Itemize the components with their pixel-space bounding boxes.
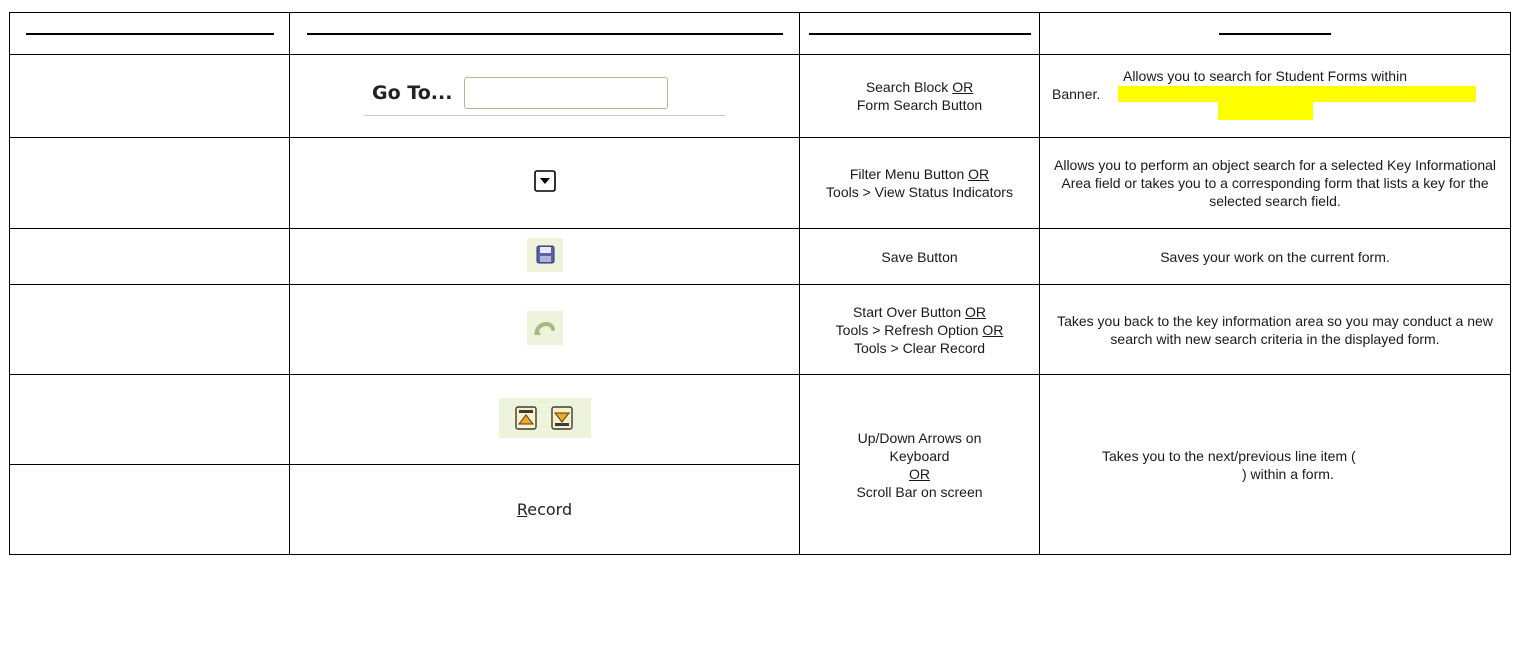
description-cell: Takes you back to the key information ar… xyxy=(1039,284,1511,375)
table-row: Go To... Search Block OR Form Search But… xyxy=(9,54,1511,138)
description-cell: Saves your work on the current form. xyxy=(1039,228,1511,285)
icon-cell: Record xyxy=(289,464,800,555)
action-cell: Filter Menu Button OR Tools > View Statu… xyxy=(799,137,1040,229)
action-text: Scroll Bar on screen xyxy=(856,483,983,500)
or-text: OR xyxy=(909,465,930,482)
record-label[interactable]: Record xyxy=(517,500,572,519)
blank-cell xyxy=(9,137,290,229)
blank-cell xyxy=(9,228,290,285)
description-text: ) within a form. xyxy=(1242,465,1334,482)
icon-cell: Go To... xyxy=(289,54,800,138)
icon-cell xyxy=(289,374,800,465)
table-row: Save Button Saves your work on the curre… xyxy=(9,228,1511,285)
or-text: OR xyxy=(968,166,990,182)
description-text: Allows you to search for Student Forms w… xyxy=(1122,68,1407,84)
description-cell: Allows you to perform an object search f… xyxy=(1039,137,1511,229)
header-cell-1 xyxy=(9,12,290,55)
action-text: Tools > Refresh Option xyxy=(835,321,983,338)
header-row xyxy=(9,12,1511,55)
action-text: Start Over Button xyxy=(852,303,966,320)
description-cell: Allows you to search for Student Forms w… xyxy=(1039,54,1511,138)
action-text: Form Search Button xyxy=(856,97,983,113)
header-cell-2 xyxy=(289,12,800,55)
record-up-down-icons[interactable] xyxy=(498,397,591,442)
goto-widget: Go To... xyxy=(364,76,725,116)
save-floppy-icon[interactable] xyxy=(526,237,563,276)
action-text: Tools > Clear Record xyxy=(853,339,986,356)
action-text: Tools > View Status Indicators xyxy=(826,184,1013,200)
start-over-undo-icon[interactable] xyxy=(526,310,563,349)
reference-table: Go To... Search Block OR Form Search But… xyxy=(9,12,1511,555)
table-row: Start Over Button OR Tools > Refresh Opt… xyxy=(9,284,1511,375)
action-text: Save Button xyxy=(881,248,958,265)
icon-cell xyxy=(289,284,800,375)
header-cell-4 xyxy=(1039,12,1511,55)
or-text: OR xyxy=(982,321,1004,338)
action-text: Search Block xyxy=(865,79,953,95)
blank-cell xyxy=(9,374,290,465)
action-cell: Search Block OR Form Search Button xyxy=(799,54,1040,138)
highlight-bar xyxy=(1118,86,1476,102)
icon-cell xyxy=(289,137,800,229)
or-text: OR xyxy=(965,303,987,320)
blank-cell xyxy=(9,284,290,375)
description-text: Takes you back to the key information ar… xyxy=(1057,312,1493,347)
description-text: Allows you to perform an object search f… xyxy=(1054,157,1496,209)
blank-cell xyxy=(9,54,290,138)
action-text: Up/Down Arrows on Keyboard xyxy=(857,429,982,464)
description-text: Saves your work on the current form. xyxy=(1160,248,1390,265)
header-cell-3 xyxy=(799,12,1040,55)
table-row: Filter Menu Button OR Tools > View Statu… xyxy=(9,137,1511,229)
action-cell: Save Button xyxy=(799,228,1040,285)
blank-cell xyxy=(9,464,290,555)
description-continued: Banner. xyxy=(1052,85,1498,125)
action-cell: Start Over Button OR Tools > Refresh Opt… xyxy=(799,284,1040,375)
goto-input[interactable] xyxy=(464,76,669,109)
table-row: Up/Down Arrows on Keyboard OR Scroll Bar… xyxy=(9,374,1511,555)
action-text: Filter Menu Button xyxy=(849,166,969,182)
description-cell: Takes you to the next/previous line item… xyxy=(1039,374,1511,555)
goto-label: Go To... xyxy=(372,81,453,104)
action-cell: Up/Down Arrows on Keyboard OR Scroll Bar… xyxy=(799,374,1040,555)
description-text: Takes you to the next/previous line item… xyxy=(1102,447,1356,464)
or-text: OR xyxy=(952,79,974,95)
icon-cell xyxy=(289,228,800,285)
highlight-bar xyxy=(1218,102,1313,120)
filter-dropdown-icon[interactable] xyxy=(533,170,556,196)
